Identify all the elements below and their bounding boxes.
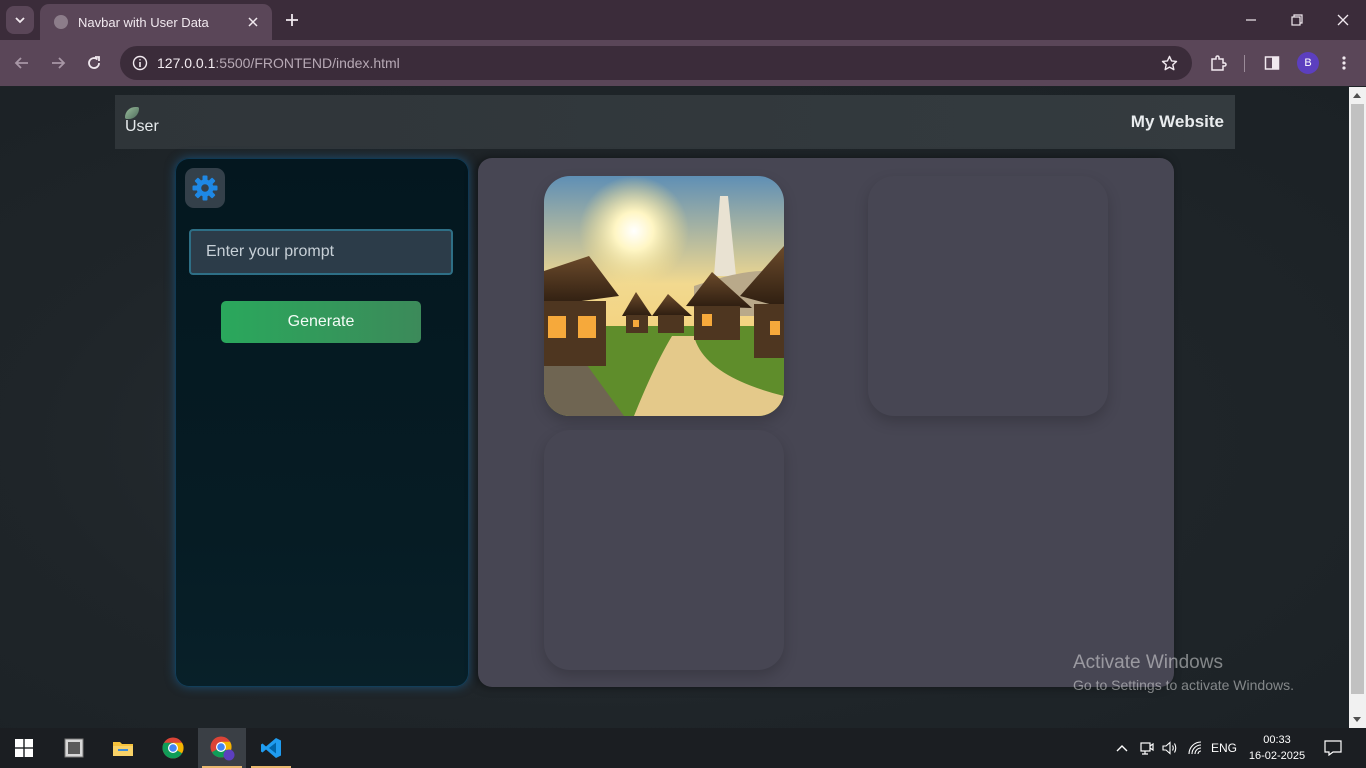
generated-image-card[interactable] <box>544 176 784 416</box>
action-center-button[interactable] <box>1320 728 1346 768</box>
more-vertical-icon <box>1342 56 1346 70</box>
minimize-button[interactable] <box>1239 8 1263 32</box>
tray-network[interactable] <box>1186 728 1206 768</box>
watermark-title: Activate Windows <box>1073 652 1223 673</box>
url-text: 127.0.0.1:5500/FRONTEND/index.html <box>157 55 400 71</box>
taskbar-clock[interactable]: 00:33 16-02-2025 <box>1248 732 1306 764</box>
vscode-icon <box>261 738 281 758</box>
tray-meet-now[interactable] <box>1137 728 1157 768</box>
page-viewport: User My Website Generate <box>0 87 1349 728</box>
forward-button[interactable] <box>46 51 70 75</box>
clock-date: 16-02-2025 <box>1248 750 1306 762</box>
prompt-input[interactable] <box>189 229 453 275</box>
new-tab-button[interactable] <box>280 8 304 32</box>
speaker-icon <box>1162 741 1177 755</box>
url-host: 127.0.0.1 <box>157 55 216 71</box>
page-scrollbar[interactable] <box>1349 87 1366 728</box>
star-icon <box>1161 55 1177 70</box>
browser-toolbar: 127.0.0.1:5500/FRONTEND/index.html B <box>0 40 1366 86</box>
clock-time: 00:33 <box>1263 734 1291 746</box>
chevron-down-icon <box>15 17 25 24</box>
restore-button[interactable] <box>1285 8 1309 32</box>
globe-icon <box>54 15 68 29</box>
scroll-down-arrow[interactable] <box>1353 717 1361 722</box>
reload-button[interactable] <box>82 51 106 75</box>
prompt-sidebar: Generate <box>175 158 469 687</box>
browser-tab[interactable]: Navbar with User Data <box>40 4 272 40</box>
browser-tabstrip: Navbar with User Data <box>0 0 1366 40</box>
meet-icon <box>1140 742 1154 755</box>
url-path: :5500/FRONTEND/index.html <box>215 55 400 71</box>
chrome-profile-icon <box>210 736 235 761</box>
tray-overflow-button[interactable] <box>1112 728 1132 768</box>
taskbar-app-chrome-profile[interactable] <box>198 728 246 768</box>
tray-language[interactable]: ENG <box>1208 728 1240 768</box>
site-info-button[interactable] <box>128 51 152 75</box>
tab-title: Navbar with User Data <box>78 14 209 30</box>
taskbar-app-file-explorer[interactable] <box>99 728 147 768</box>
notification-icon <box>1324 740 1342 756</box>
tray-volume[interactable] <box>1160 728 1180 768</box>
restore-icon <box>1291 14 1303 26</box>
address-bar[interactable]: 127.0.0.1:5500/FRONTEND/index.html <box>120 46 1192 80</box>
chevron-up-icon <box>1116 745 1128 752</box>
extensions-button[interactable] <box>1206 51 1230 75</box>
taskbar-app-chrome[interactable] <box>149 728 197 768</box>
app-window-icon <box>64 738 84 758</box>
generate-button[interactable]: Generate <box>221 301 421 343</box>
close-icon <box>248 17 258 27</box>
side-panel-button[interactable] <box>1260 51 1284 75</box>
toolbar-divider <box>1244 55 1245 72</box>
image-placeholder-card[interactable] <box>868 176 1108 416</box>
user-avatar[interactable]: User <box>125 107 165 139</box>
bookmark-button[interactable] <box>1158 52 1180 74</box>
folder-icon <box>113 742 133 756</box>
taskbar-app-vscode[interactable] <box>247 728 295 768</box>
user-avatar-alt-text: User <box>125 118 159 135</box>
minimize-icon <box>1246 19 1256 21</box>
image-placeholder-card[interactable] <box>544 430 784 670</box>
site-navbar: User My Website <box>115 95 1235 149</box>
tab-search-button[interactable] <box>6 6 34 34</box>
close-icon <box>1337 14 1349 26</box>
side-panel-icon <box>1264 56 1280 70</box>
close-window-button[interactable] <box>1331 8 1355 32</box>
arrow-left-icon <box>14 57 28 69</box>
chrome-icon <box>162 737 184 759</box>
wifi-icon <box>1188 741 1202 755</box>
generated-image <box>544 176 784 416</box>
info-icon <box>132 55 148 71</box>
start-button[interactable] <box>0 728 48 768</box>
puzzle-icon <box>1211 55 1227 71</box>
scroll-up-arrow[interactable] <box>1353 93 1361 98</box>
site-brand[interactable]: My Website <box>1131 112 1224 132</box>
image-gallery <box>478 158 1174 687</box>
activate-windows-watermark: Activate Windows Go to Settings to activ… <box>1073 652 1294 693</box>
windows-taskbar: ENG 00:33 16-02-2025 <box>0 728 1366 768</box>
back-button[interactable] <box>10 51 34 75</box>
profile-avatar[interactable]: B <box>1297 52 1319 74</box>
taskbar-app-terminal[interactable] <box>50 728 98 768</box>
reload-icon <box>88 56 100 69</box>
arrow-right-icon <box>52 57 66 69</box>
watermark-subtitle: Go to Settings to activate Windows. <box>1073 677 1294 693</box>
close-tab-button[interactable] <box>244 13 262 31</box>
browser-menu-button[interactable] <box>1332 51 1356 75</box>
gear-icon <box>192 175 218 201</box>
scrollbar-thumb[interactable] <box>1351 104 1364 694</box>
windows-logo-icon <box>15 739 33 757</box>
settings-button[interactable] <box>185 168 225 208</box>
plus-icon <box>286 14 298 26</box>
